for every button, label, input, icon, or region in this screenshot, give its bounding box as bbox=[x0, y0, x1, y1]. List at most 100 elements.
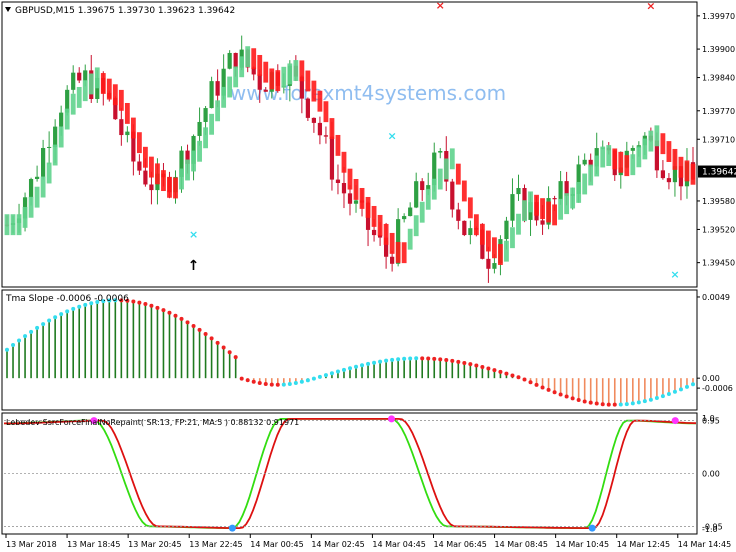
tma-band-segment bbox=[215, 100, 221, 122]
tma-band-segment bbox=[467, 197, 473, 219]
candle-body bbox=[71, 72, 76, 90]
slope-dot bbox=[468, 362, 473, 367]
tma-band-segment bbox=[329, 118, 335, 139]
slope-dot bbox=[528, 380, 533, 385]
price-axis-label: 1.39580 bbox=[702, 197, 735, 206]
force-signal-dot bbox=[228, 524, 236, 532]
candle-body bbox=[414, 181, 419, 208]
price-panel[interactable] bbox=[1, 1, 698, 288]
slope-dot bbox=[281, 382, 286, 387]
slope-dot bbox=[329, 371, 334, 376]
force-axis-label: 0.00 bbox=[702, 470, 720, 479]
tma-band-segment bbox=[118, 89, 124, 111]
time-axis-label: 14 Mar 04:45 bbox=[372, 540, 425, 549]
slope-dot bbox=[474, 363, 479, 368]
tma-band-segment bbox=[498, 244, 503, 265]
slope-dot bbox=[131, 299, 136, 304]
tma-band-segment bbox=[173, 177, 178, 199]
slope-dot bbox=[660, 394, 665, 399]
slope-dot bbox=[17, 338, 22, 343]
slope-dot bbox=[558, 392, 563, 397]
slope-dot bbox=[654, 396, 659, 401]
slope-dot bbox=[534, 382, 539, 387]
slope-dot bbox=[354, 364, 359, 369]
price-axis-label: 1.39970 bbox=[702, 12, 735, 21]
tma-band-segment bbox=[287, 63, 293, 85]
tma-band-segment bbox=[311, 80, 317, 102]
slope-dot bbox=[438, 357, 443, 362]
candle-body bbox=[215, 81, 220, 96]
tma-band-segment bbox=[269, 68, 275, 90]
tma-band-segment bbox=[82, 80, 88, 102]
candle-body bbox=[305, 98, 310, 118]
candle-body bbox=[408, 207, 413, 217]
slope-dot bbox=[666, 392, 671, 397]
tma-band-segment bbox=[40, 176, 46, 198]
time-axis-label: 14 Mar 06:45 bbox=[433, 540, 486, 549]
current-price-label: 1.39642 bbox=[702, 168, 736, 178]
tma-band-segment bbox=[684, 160, 690, 182]
slope-dot bbox=[480, 364, 485, 369]
force-signal-dot bbox=[388, 415, 396, 423]
slope-dot bbox=[552, 390, 557, 395]
tma-band-segment bbox=[636, 146, 642, 168]
price-axis-label: 1.39900 bbox=[702, 45, 735, 54]
slope-dot bbox=[408, 356, 413, 361]
tma-band-segment bbox=[672, 148, 678, 170]
candle-body bbox=[402, 216, 407, 220]
tma-band-segment bbox=[449, 148, 455, 170]
slope-dot bbox=[149, 303, 154, 308]
slope-dot bbox=[624, 402, 629, 407]
candle-body bbox=[450, 181, 455, 210]
slope-dot bbox=[137, 300, 142, 305]
tma-band-segment bbox=[437, 168, 443, 190]
tma-band-segment bbox=[359, 187, 365, 209]
slope-panel[interactable] bbox=[1, 289, 698, 411]
slope-dot bbox=[23, 334, 28, 339]
candle-body bbox=[28, 178, 34, 198]
candle-body bbox=[34, 176, 40, 179]
tma-band-segment bbox=[528, 191, 533, 213]
candle-body bbox=[233, 52, 238, 68]
tma-band-segment bbox=[642, 138, 648, 160]
slope-dot bbox=[450, 358, 455, 363]
candle-body bbox=[125, 131, 130, 136]
slope-dot bbox=[53, 315, 58, 320]
candle-body bbox=[323, 135, 329, 137]
slope-dot bbox=[564, 394, 569, 399]
slope-dot bbox=[47, 318, 52, 323]
tma-band-segment bbox=[455, 163, 461, 185]
slope-dot bbox=[245, 378, 250, 383]
slope-dot bbox=[432, 356, 437, 361]
slope-dot bbox=[305, 378, 310, 383]
price-axis-label: 1.39710 bbox=[702, 135, 735, 144]
candle-body bbox=[197, 121, 202, 136]
tma-band-segment bbox=[70, 93, 76, 115]
slope-dot bbox=[498, 369, 503, 374]
tma-band-segment bbox=[323, 101, 329, 123]
tma-band-segment bbox=[245, 46, 251, 68]
slope-dot bbox=[690, 382, 695, 387]
tma-band-segment bbox=[281, 66, 287, 88]
candle-body bbox=[149, 184, 154, 191]
slope-dot bbox=[588, 400, 593, 405]
tma-band-segment bbox=[263, 61, 269, 83]
slope-dot bbox=[636, 400, 641, 405]
slope-dot bbox=[299, 379, 304, 384]
tma-band-segment bbox=[221, 86, 227, 108]
slope-axis-label: -0.0006 bbox=[702, 384, 733, 393]
tma-band-segment bbox=[130, 117, 136, 139]
tma-band-segment bbox=[540, 198, 545, 220]
slope-dot bbox=[510, 373, 515, 378]
tma-band-segment bbox=[443, 158, 449, 180]
candle-body bbox=[83, 70, 88, 81]
slope-dot bbox=[348, 366, 352, 371]
tma-band-segment bbox=[431, 178, 437, 200]
tma-band-segment bbox=[52, 144, 58, 166]
symbol-header-text: GBPUSD,M15 1.39675 1.39730 1.39623 1.396… bbox=[15, 6, 235, 16]
slope-dot bbox=[185, 320, 190, 325]
slope-dot bbox=[516, 375, 521, 380]
tma-band-segment bbox=[257, 54, 263, 76]
tma-band-segment bbox=[167, 176, 172, 198]
candle-body bbox=[540, 220, 545, 225]
